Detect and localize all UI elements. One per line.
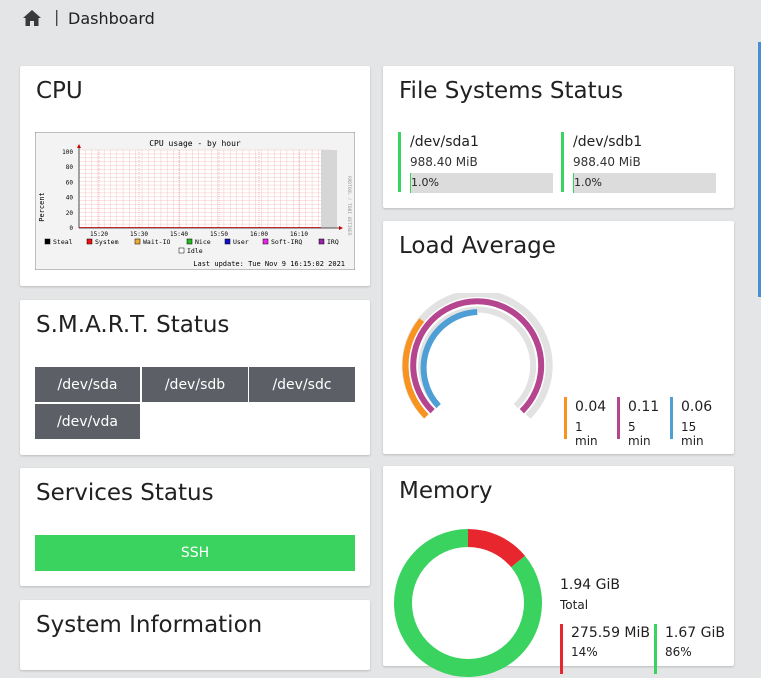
cpu-y-tick: 100 [62,149,73,156]
cpu-legend-label: User [233,238,249,246]
load-1min: 0.04 1 min [564,397,606,448]
smart-card: S.M.A.R.T. Status /dev/sda /dev/sdb /dev… [20,300,370,455]
memory-used-percent: 14% [571,645,598,659]
cpu-x-tick: 15:30 [130,231,148,238]
file-systems-title: File Systems Status [399,78,624,104]
cpu-legend-label: Wait-IO [143,238,170,246]
cpu-legend-label: Soft-IRQ [271,238,302,246]
filesystem-usage-percent: 1.0% [574,176,602,189]
load-5min-value: 0.11 [628,399,660,415]
cpu-title: CPU [36,78,83,104]
load-average-gauge [401,293,553,419]
memory-card: Memory 1.94 GiB Total 275.59 MiB 14% 1.6… [383,466,734,677]
load-15min-label: 15 min [681,420,704,448]
cpu-x-tick: 16:00 [250,231,268,238]
file-systems-card: File Systems Status /dev/sda1 988.40 MiB… [383,66,734,208]
services-title: Services Status [36,480,214,506]
load-1min-value: 0.04 [575,399,607,415]
memory-total-value: 1.94 GiB [560,577,620,593]
home-icon[interactable] [22,9,42,27]
disk-button-sda[interactable]: /dev/sda [35,367,140,402]
cpu-graph-side-label: RRDTOOL / TOBI OETIKER [346,176,352,236]
disk-button-sdc[interactable]: /dev/sdc [249,367,355,402]
cpu-x-tick: 15:40 [170,231,188,238]
memory-free-value: 1.67 GiB [665,625,725,641]
cpu-graph-title: CPU usage - by hour [149,139,241,148]
breadcrumb-separator: | [54,7,60,26]
filesystem-name: /dev/sda1 [410,134,479,150]
cpu-x-tick: 16:10 [290,231,308,238]
load-5min: 0.11 5 min [617,397,659,448]
load-15min: 0.06 15 min [670,397,712,448]
cpu-grid [78,149,331,229]
cpu-x-tick: 15:20 [90,231,108,238]
cpu-legend-swatch [224,238,231,245]
filesystem-name: /dev/sdb1 [573,134,643,150]
cpu-legend-label: System [95,238,119,246]
filesystem-size: 988.40 MiB [410,155,478,169]
memory-used: 275.59 MiB 14% [560,624,650,674]
top-bar: | Dashboard [0,0,761,38]
gauge-arc-15min [420,309,478,409]
filesystem-usage-bar: 1.0% [410,173,553,193]
cpu-legend-swatch [44,238,51,245]
memory-used-value: 275.59 MiB [571,625,651,641]
filesystem-sda1[interactable]: /dev/sda1 988.40 MiB 1.0% [398,132,553,193]
cpu-legend-swatch [134,238,141,245]
memory-free-percent: 86% [665,645,692,659]
gauge-track-inner [418,306,537,409]
cpu-y-tick: 20 [66,210,74,217]
load-average-card: Load Average 0.04 1 min 0.11 5 min 0.06 … [383,221,734,454]
cpu-legend-label: IRQ [327,238,339,246]
cpu-graph-ylabel: Percent [38,192,46,222]
filesystem-sdb1[interactable]: /dev/sdb1 988.40 MiB 1.0% [561,132,716,193]
service-ssh[interactable]: SSH [35,535,355,571]
load-1min-label: 1 min [575,420,598,448]
cpu-legend-swatch [262,238,269,245]
cpu-legend-swatch [186,238,193,245]
disk-button-vda[interactable]: /dev/vda [35,404,140,439]
cpu-y-tick: 0 [69,225,73,232]
cpu-legend-swatch [318,238,325,245]
memory-free: 1.67 GiB 86% [654,624,725,674]
cpu-legend-swatch [178,247,185,254]
cpu-legend-label: Idle [187,247,203,255]
load-average-title: Load Average [399,233,556,259]
cpu-y-tick: 60 [66,179,74,186]
smart-title: S.M.A.R.T. Status [36,312,230,338]
load-15min-value: 0.06 [681,399,713,415]
filesystem-size: 988.40 MiB [573,155,641,169]
memory-title: Memory [399,478,493,504]
memory-total-label: Total [560,598,589,612]
filesystem-usage-percent: 1.0% [411,176,439,189]
cpu-legend-label: Nice [195,238,211,246]
services-card: Services Status SSH [20,468,370,586]
cpu-graph-last-update: Last update: Tue Nov 9 16:15:02 2021 [193,260,345,268]
cpu-legend-label: Steal [53,238,73,246]
memory-donut-segment [467,529,526,568]
disk-button-sdb[interactable]: /dev/sdb [142,367,248,402]
cpu-x-tick: 15:50 [210,231,228,238]
cpu-card: CPU CPU usage - by hour Percent RRDTOOL … [20,66,370,286]
cpu-y-tick: 80 [66,164,74,171]
filesystem-usage-bar: 1.0% [573,173,716,193]
cpu-legend-swatch [86,238,93,245]
load-5min-label: 5 min [628,420,651,448]
breadcrumb-current: Dashboard [68,9,155,28]
system-information-title: System Information [36,612,263,638]
cpu-y-tick: 40 [66,195,74,202]
cpu-graph: CPU usage - by hour Percent RRDTOOL / TO… [35,132,355,270]
system-information-card: System Information [20,600,370,670]
